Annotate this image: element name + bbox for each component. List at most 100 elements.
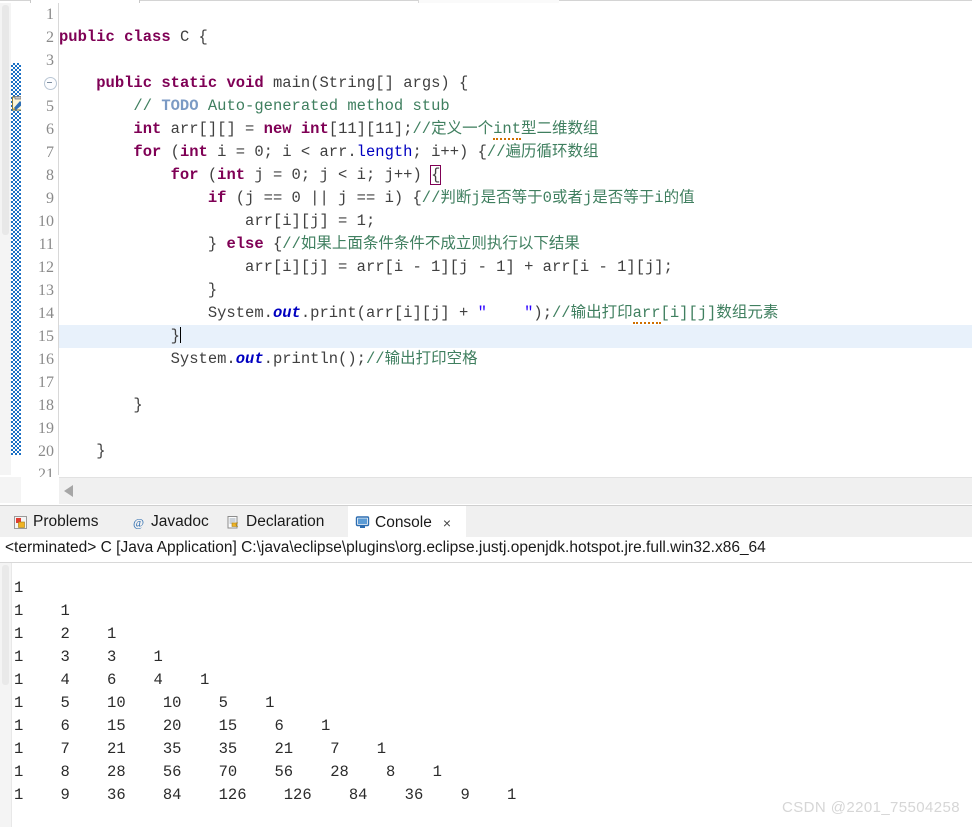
console-icon — [355, 515, 370, 530]
launch-configuration-line: <terminated> C [Java Application] C:\jav… — [0, 537, 972, 562]
kw-new: new — [263, 120, 292, 138]
comment: // — [133, 97, 162, 115]
tab-label: Console — [375, 513, 432, 531]
console-scrollbar-thumb[interactable] — [2, 565, 9, 685]
comment: //判断j是否等于0或者j是否等于i的值 — [421, 189, 695, 207]
kw-public: public — [59, 28, 115, 46]
tab-console[interactable]: Console × — [348, 506, 466, 538]
code-line-10[interactable]: arr[i][j] = 1; — [59, 210, 972, 233]
launch-config-text: <terminated> C [Java Application] C:\jav… — [5, 539, 766, 556]
text-caret — [179, 327, 181, 343]
code-line-8[interactable]: for (int j = 0; j < i; j++) { — [59, 164, 972, 187]
svg-text:@: @ — [133, 515, 144, 529]
close-icon[interactable]: × — [443, 515, 451, 531]
kw-static: static — [161, 74, 218, 92]
code-line-18[interactable]: } — [59, 394, 972, 417]
code-line-7[interactable]: for (int i = 0; i < arr.length; i++) {//… — [59, 141, 972, 164]
code-line-14[interactable]: System.out.print(arr[i][j] + " ");//输出打印… — [59, 302, 972, 325]
console-line: 1 1 — [14, 602, 70, 620]
comment: //遍历循环数组 — [486, 143, 599, 161]
problems-icon — [13, 515, 28, 530]
editor-scrollbar-thumb[interactable] — [2, 5, 9, 235]
line-number: 2 — [46, 29, 54, 46]
code-line-20[interactable]: } — [59, 440, 972, 463]
javadoc-icon: @ — [131, 515, 146, 530]
tab-problems[interactable]: Problems — [6, 506, 105, 538]
line-number: 9 — [46, 190, 54, 207]
line-number: 15 — [38, 328, 54, 345]
line-number: 18 — [38, 397, 54, 414]
line-number: 19 — [38, 420, 54, 437]
code-line-16[interactable]: System.out.println();//输出打印空格 — [59, 348, 972, 371]
tab-label: Javadoc — [151, 513, 209, 530]
code-line-19[interactable] — [59, 417, 972, 440]
line-number: 17 — [38, 374, 54, 391]
code-line-11[interactable]: } else {//如果上面条件条件不成立则执行以下结果 — [59, 233, 972, 256]
comment: //定义一个int型二维数组 — [412, 120, 599, 140]
kw-void: void — [226, 74, 264, 92]
console-line: 1 5 10 10 5 1 — [14, 694, 275, 712]
kw-for: for — [170, 166, 199, 184]
code-line-12[interactable]: arr[i][j] = arr[i - 1][j - 1] + arr[i - … — [59, 256, 972, 279]
csdn-watermark: CSDN @2201_75504258 — [782, 799, 960, 816]
bottom-tab-bar: Problems @ Javadoc Declaration Console × — [0, 505, 972, 538]
line-number: 8 — [46, 167, 54, 184]
tab-label: Problems — [33, 513, 99, 530]
code-line-17[interactable] — [59, 371, 972, 394]
console-line: 1 7 21 35 35 21 7 1 — [14, 740, 387, 758]
kw-int: int — [179, 143, 208, 161]
code-line-6[interactable]: int arr[][] = new int[11][11];//定义一个int型… — [59, 118, 972, 141]
console-line: 1 4 6 4 1 — [14, 671, 210, 689]
line-number: 14 — [38, 305, 54, 322]
code-line-2[interactable]: public class C { — [59, 26, 972, 49]
tab-declaration[interactable]: Declaration — [219, 506, 331, 538]
code-editor[interactable]: 1 2 3 4 5 6 7 8 9 10 11 12 13 14 15 16 1… — [0, 0, 972, 505]
bottom-panel: Problems @ Javadoc Declaration Console ×… — [0, 505, 972, 827]
code-line-15[interactable]: } — [59, 325, 972, 348]
code-line-3[interactable] — [59, 49, 972, 72]
line-number-ruler: 1 2 3 4 5 6 7 8 9 10 11 12 13 14 15 16 1… — [21, 3, 59, 483]
kw-if: if — [207, 189, 227, 207]
line-number: 12 — [38, 259, 54, 276]
kw-public: public — [96, 74, 153, 92]
line-number: 20 — [38, 443, 54, 460]
console-line: 1 8 28 56 70 56 28 8 1 — [14, 763, 442, 781]
code-text-area[interactable]: public class C { public static void main… — [59, 3, 972, 475]
console-line: 1 2 1 — [14, 625, 117, 643]
declaration-icon — [226, 515, 241, 530]
comment: //如果上面条件条件不成立则执行以下结果 — [282, 235, 580, 253]
comment: //输出打印空格 — [365, 350, 478, 368]
line-number: 5 — [46, 98, 54, 115]
code-line-5[interactable]: // TODO Auto-generated method stub — [59, 95, 972, 118]
editor-horizontal-scrollbar[interactable] — [59, 477, 972, 504]
line-number: 11 — [38, 236, 54, 253]
kw-class: class — [124, 28, 171, 46]
line-number: 7 — [46, 144, 54, 161]
code-line-9[interactable]: if (j == 0 || j == i) {//判断j是否等于0或者j是否等于… — [59, 187, 972, 210]
kw-int: int — [300, 120, 329, 138]
fold-collapse-icon[interactable] — [44, 77, 57, 90]
kw-else: else — [226, 235, 264, 253]
field-out: out — [235, 350, 264, 368]
matching-brace-highlight: { — [430, 165, 442, 185]
code-line-13[interactable]: } — [59, 279, 972, 302]
console-output-area[interactable]: 1 1 1 1 2 1 1 3 3 1 1 4 6 4 1 1 5 10 10 … — [0, 562, 972, 827]
code-line-1[interactable] — [59, 3, 972, 26]
tab-javadoc[interactable]: @ Javadoc — [124, 506, 216, 538]
kw-int: int — [217, 166, 246, 184]
editor-corner-scroll — [0, 477, 21, 503]
code-line-4[interactable]: public static void main(String[] args) { — [59, 72, 972, 95]
console-line: 1 — [14, 579, 24, 597]
line-number: 1 — [46, 6, 54, 23]
comment: //输出打印arr[i][j]数组元素 — [552, 304, 779, 324]
code-line-21[interactable] — [59, 463, 972, 475]
field-out: out — [272, 304, 301, 322]
string-literal: " " — [477, 304, 534, 322]
scroll-left-arrow-icon[interactable] — [64, 485, 73, 497]
line-number: 16 — [38, 351, 54, 368]
kw-int: int — [133, 120, 162, 138]
line-number: 13 — [38, 282, 54, 299]
line-number: 3 — [46, 52, 54, 69]
console-text[interactable]: 1 1 1 1 2 1 1 3 3 1 1 4 6 4 1 1 5 10 10 … — [11, 563, 972, 827]
field-length: length — [356, 143, 413, 161]
